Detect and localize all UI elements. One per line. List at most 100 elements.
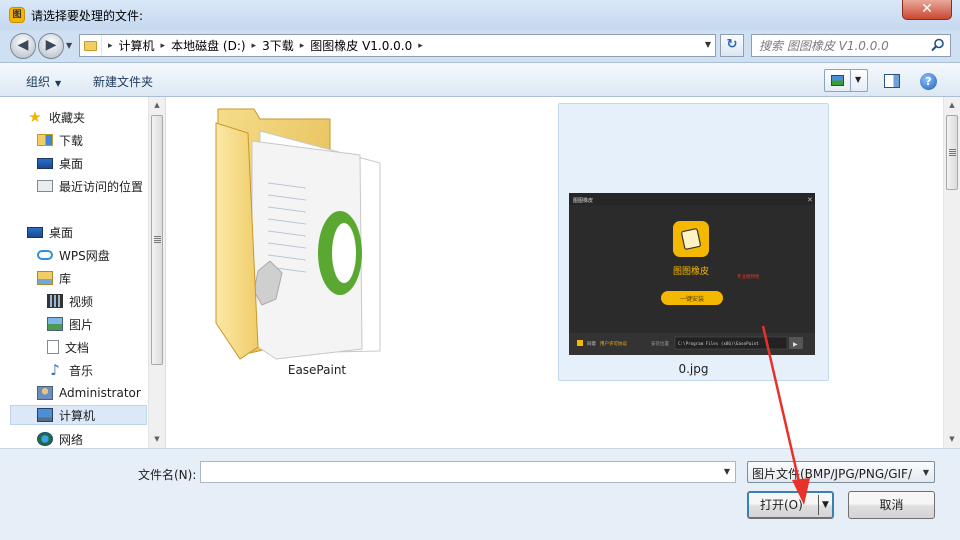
nav-item-videos[interactable]: 视频 [47,291,93,311]
change-view-button[interactable]: ▼ [824,69,868,92]
breadcrumb-separator[interactable]: ▸ [155,41,172,51]
music-library-icon: ♪ [50,361,60,379]
nav-item-label: 收藏夹 [49,110,86,125]
nav-item-label: 网络 [59,432,84,447]
breadcrumb-local-disk[interactable]: 本地磁盘 (D:) [171,37,245,54]
network-icon [37,432,53,446]
divider [850,70,851,91]
window-title: 请选择要处理的文件: [31,9,144,23]
nav-item-label: 桌面 [59,156,84,171]
nav-item-desktop-favorite[interactable]: 桌面 [37,153,83,173]
thumbnail-path-label: 安装位置 [651,340,669,347]
file-type-select[interactable]: 图片文件(BMP/JPG/PNG/GIF/ ▼ [747,461,935,483]
close-button[interactable]: ✕ [902,0,952,20]
breadcrumb-separator[interactable]: ▸ [246,41,263,51]
nav-item-music[interactable]: ♪ 音乐 [47,360,93,380]
forward-button[interactable]: ▶ [38,33,64,59]
search-icon[interactable] [931,38,945,52]
chevron-down-icon[interactable]: ▼ [724,467,730,476]
folder-icon [80,35,102,56]
refresh-button[interactable]: ↻ [720,34,744,57]
nav-item-downloads[interactable]: 下载 [37,130,83,150]
cancel-button[interactable]: 取消 [848,491,935,519]
filename-combobox[interactable]: ▼ [200,461,736,483]
recent-locations-dropdown[interactable]: ▼ [66,41,72,50]
computer-icon [37,408,53,422]
address-history-dropdown[interactable]: ▼ [705,40,711,49]
organize-menu[interactable]: 组织 ▼ [26,73,61,90]
breadcrumb-computer[interactable]: 计算机 [119,37,155,54]
file-item-0-jpg[interactable]: 图图橡皮 ✕ 图图橡皮 专业版特性 一键安装 同意 用户许可协议 安装位置 C:… [558,103,829,381]
nav-item-computer[interactable]: 计算机 [10,405,147,425]
thumbnail-note: 专业版特性 [737,273,760,280]
nav-item-label: 图片 [69,317,94,332]
open-button[interactable]: 打开(O) ▼ [747,491,834,519]
scroll-down-icon[interactable]: ▼ [944,431,960,447]
back-button[interactable]: ◀ [10,33,36,59]
file-list-scrollbar[interactable]: ▲ ▼ [943,97,960,448]
chevron-down-icon: ▼ [55,79,62,88]
nav-scrollbar[interactable]: ▲ ▼ [148,97,165,448]
thumbnail-window-title: 图图橡皮 [573,197,593,204]
nav-item-label: 音乐 [69,363,94,378]
nav-item-label: WPS网盘 [59,248,110,263]
user-folder-icon [37,386,53,400]
file-type-value: 图片文件(BMP/JPG/PNG/GIF/ [752,467,912,481]
breadcrumb-separator[interactable]: ▸ [102,41,119,51]
image-thumbnail: 图图橡皮 ✕ 图图橡皮 专业版特性 一键安装 同意 用户许可协议 安装位置 C:… [569,193,815,355]
cloud-icon [37,250,53,260]
scroll-up-icon[interactable]: ▲ [149,97,165,113]
navigation-bar: ◀ ▶ ▼ ▸ 计算机 ▸ 本地磁盘 (D:) ▸ 3下载 ▸ 图图橡皮 V1.… [0,30,960,62]
thumbnail-install-button: 一键安装 [680,295,704,303]
search-input[interactable] [752,35,922,56]
scroll-thumb[interactable] [151,115,163,365]
search-box[interactable] [751,34,951,57]
nav-item-label: 视频 [69,294,94,309]
help-icon[interactable]: ? [920,73,937,90]
video-library-icon [47,294,63,308]
nav-item-pictures[interactable]: 图片 [47,314,93,334]
nav-item-label: 桌面 [49,225,74,240]
file-name: EasePaint [287,363,347,377]
preview-pane-icon[interactable] [884,74,900,88]
filename-label: 文件名(N): [138,468,197,482]
close-icon: ✕ [807,196,813,204]
nav-item-recent-places[interactable]: 最近访问的位置 [37,176,143,196]
app-icon: 图 [9,7,25,23]
filename-input[interactable] [201,462,711,482]
chevron-down-icon[interactable]: ▼ [855,75,861,84]
star-icon: ★ [28,108,42,126]
nav-item-favorites[interactable]: ★ 收藏夹 [27,107,85,127]
open-options-dropdown[interactable]: ▼ [822,492,829,518]
library-icon [37,271,53,285]
nav-item-documents[interactable]: 文档 [47,337,89,357]
nav-item-wps-cloud[interactable]: WPS网盘 [37,245,110,265]
breadcrumb-separator[interactable]: ▸ [412,41,429,51]
chevron-down-icon[interactable]: ▼ [923,468,929,477]
nav-item-network[interactable]: 网络 [37,429,83,449]
title-bar: 图 请选择要处理的文件: ✕ [0,0,960,30]
scroll-thumb[interactable] [946,115,958,190]
open-button-label: 打开(O) [760,498,803,512]
file-list: EasePaint 图图橡皮 ✕ 图图橡皮 专业版特性 一键安装 同意 用户许可… [166,97,960,448]
breadcrumb-current-folder[interactable]: 图图橡皮 V1.0.0.0 [310,37,412,54]
breadcrumb-downloads[interactable]: 3下载 [262,37,294,54]
nav-item-label: 最近访问的位置 [59,179,144,194]
address-bar[interactable]: ▸ 计算机 ▸ 本地磁盘 (D:) ▸ 3下载 ▸ 图图橡皮 V1.0.0.0 … [79,34,716,57]
downloads-folder-icon [37,134,53,146]
folder-item-easepaint[interactable]: EasePaint [206,103,428,383]
nav-item-libraries[interactable]: 库 [37,268,71,288]
thumbnail-app-name: 图图橡皮 [673,265,709,277]
navigation-pane: ★ 收藏夹 下载 桌面 最近访问的位置 桌面 WPS网盘 库 视频 图片 文档 ♪… [0,97,165,448]
new-folder-button[interactable]: 新建文件夹 [93,73,153,90]
divider [818,495,819,515]
desktop-icon [27,226,43,238]
scroll-down-icon[interactable]: ▼ [149,431,165,447]
large-folder-icon [215,108,381,360]
nav-item-desktop[interactable]: 桌面 [27,222,73,242]
thumbnail-next-icon: ▶ [793,341,798,348]
nav-item-administrator[interactable]: Administrator [37,383,141,403]
scroll-up-icon[interactable]: ▲ [944,97,960,113]
nav-item-label: 文档 [65,340,90,355]
breadcrumb-separator[interactable]: ▸ [294,41,311,51]
